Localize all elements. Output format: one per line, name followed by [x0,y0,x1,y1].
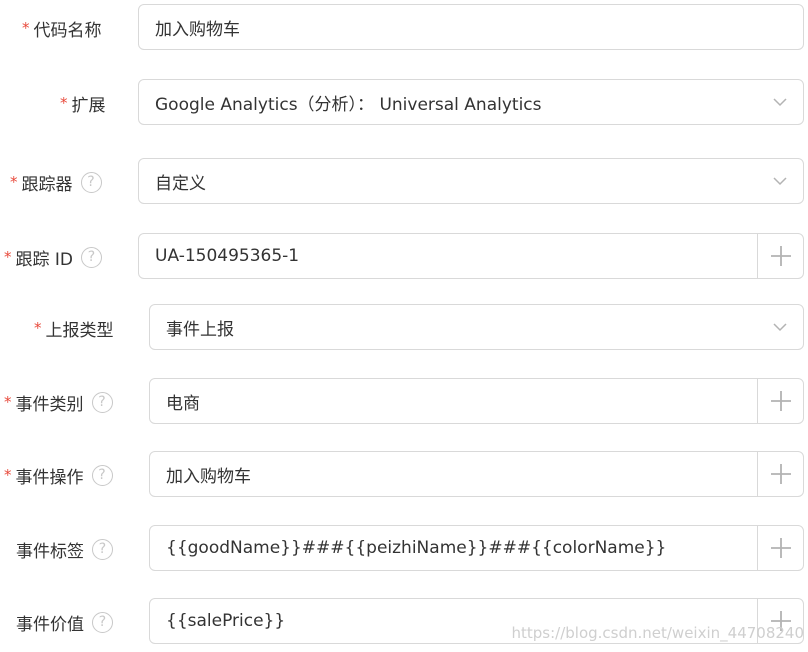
help-icon[interactable]: ? [91,464,113,486]
form-row-code-name: * 代码名称 加入购物车 [0,4,808,52]
event-label-input[interactable]: {{goodName}}###{{peizhiName}}###{{colorN… [149,525,804,571]
form-row-event-label: 事件标签 ? {{goodName}}###{{peizhiName}}###{… [0,525,808,573]
event-category-value: 电商 [166,393,200,414]
event-action-label: * 事件操作 ? [4,451,113,499]
tracker-label-text: 跟踪器 [21,174,73,195]
tag-config-form: * 代码名称 加入购物车 * 扩展 Google Analytics（分析）： … [0,0,808,652]
help-icon[interactable]: ? [81,246,103,268]
form-row-tracker: * 跟踪器 ? 自定义 [0,158,808,206]
form-row-extension: * 扩展 Google Analytics（分析）： Universal Ana… [0,79,808,127]
event-value-value: {{salePrice}} [166,611,286,631]
tracker-label: * 跟踪器 ? [10,158,102,206]
help-icon[interactable]: ? [91,391,113,413]
code-name-label: * 代码名称 [22,4,102,52]
event-category-label-text: 事件类别 [15,394,84,415]
chevron-down-icon[interactable] [757,304,803,350]
report-type-label: * 上报类型 [34,304,114,352]
required-mark: * [4,466,12,484]
event-action-value: 加入购物车 [166,466,251,487]
chevron-down-icon[interactable] [757,79,803,125]
event-label-label: 事件标签 ? [16,525,113,573]
extension-select[interactable]: Google Analytics（分析）： Universal Analytic… [138,79,804,125]
required-mark: * [10,173,18,191]
extension-label: * 扩展 [60,79,106,127]
plus-icon[interactable] [757,379,803,423]
required-mark: * [60,94,68,112]
form-row-tracking-id: * 跟踪 ID ? UA-150495365-1 [0,233,808,281]
required-mark: * [34,319,42,337]
help-icon[interactable]: ? [80,171,102,193]
code-name-label-text: 代码名称 [33,20,102,41]
tracking-id-value: UA-150495365-1 [155,246,300,266]
extension-value: Google Analytics（分析）： Universal Analytic… [155,94,542,115]
plus-icon[interactable] [757,526,803,570]
code-name-input[interactable]: 加入购物车 [138,4,804,50]
required-mark: * [4,248,12,266]
event-action-input[interactable]: 加入购物车 [149,451,804,497]
form-row-event-value: 事件价值 ? {{salePrice}} [0,598,808,646]
event-label-label-text: 事件标签 [16,541,84,562]
report-type-select[interactable]: 事件上报 [149,304,804,350]
tracker-select[interactable]: 自定义 [138,158,804,204]
help-icon[interactable]: ? [92,611,113,633]
code-name-value: 加入购物车 [155,19,240,40]
report-type-label-text: 上报类型 [45,320,114,341]
form-row-event-action: * 事件操作 ? 加入购物车 [0,451,808,499]
plus-icon[interactable] [757,452,803,496]
chevron-down-icon[interactable] [757,158,803,204]
plus-icon[interactable] [757,599,803,643]
extension-label-text: 扩展 [71,95,106,116]
tracking-id-label: * 跟踪 ID ? [4,233,103,281]
event-category-label: * 事件类别 ? [4,378,113,426]
tracking-id-label-text: 跟踪 ID [15,249,74,270]
event-value-label-text: 事件价值 [16,614,84,635]
plus-icon[interactable] [757,234,803,278]
event-value-label: 事件价值 ? [16,598,113,646]
event-value-input[interactable]: {{salePrice}} [149,598,804,644]
help-icon[interactable]: ? [92,538,113,560]
form-row-event-category: * 事件类别 ? 电商 [0,378,808,426]
tracker-value: 自定义 [155,173,206,194]
event-action-label-text: 事件操作 [15,467,84,488]
event-category-input[interactable]: 电商 [149,378,804,424]
required-mark: * [22,19,30,37]
form-row-report-type: * 上报类型 事件上报 [0,304,808,352]
tracking-id-input[interactable]: UA-150495365-1 [138,233,804,279]
required-mark: * [4,393,12,411]
report-type-value: 事件上报 [166,319,234,340]
event-label-value: {{goodName}}###{{peizhiName}}###{{colorN… [166,538,667,558]
